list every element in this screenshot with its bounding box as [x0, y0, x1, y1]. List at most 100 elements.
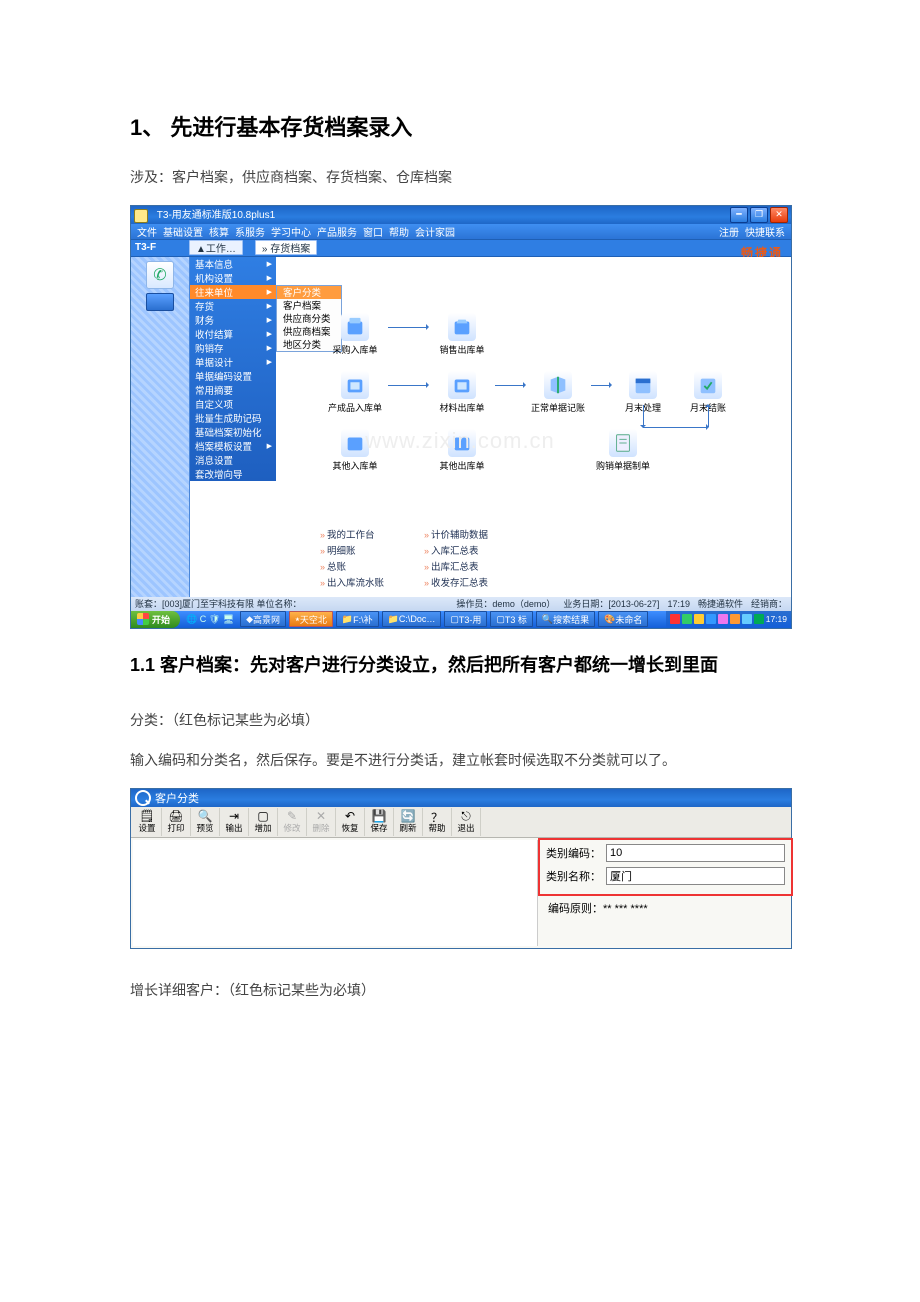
- taskbar-item[interactable]: 📁 C:\Doc…: [382, 611, 442, 627]
- encoding-rule: 编码原则：** *** ****: [548, 900, 783, 916]
- taskbar-item[interactable]: ◆ 高景网: [240, 611, 286, 627]
- taskbar-item[interactable]: 🔍 搜索结果: [536, 611, 595, 627]
- taskbar-item[interactable]: 🎨 未命名: [598, 611, 648, 627]
- status-op: 操作员：demo（demo）: [456, 597, 555, 610]
- flow-qitaru[interactable]: 其他入库单: [325, 429, 385, 472]
- menu-file[interactable]: 文件: [137, 224, 157, 239]
- menu-learn[interactable]: 学习中心: [271, 224, 311, 239]
- submenu-item[interactable]: 基本信息: [190, 257, 276, 271]
- app-title: T3-用友通标准版10.8plus1: [155, 210, 275, 221]
- windows-flag-icon: [137, 613, 149, 625]
- submenu-item[interactable]: 机构设置: [190, 271, 276, 285]
- dlg-toolbar: 🗒设置🖨打印🔍预览⇥输出▢增加✎修改✕删除↶恢复💾保存🔄刷新？帮助⎋退出: [131, 807, 791, 838]
- app-icon: [134, 209, 148, 223]
- toolbar-刷新[interactable]: 🔄刷新: [394, 808, 423, 836]
- flow-qitachu[interactable]: 其他出库单: [432, 429, 492, 472]
- arrow: [643, 405, 644, 427]
- quicklink[interactable]: 我的工作台: [320, 527, 384, 541]
- submenu-item[interactable]: 基础档案初始化: [190, 425, 276, 439]
- t3-statusbar: 账套：[003]厦门至宇科技有限 单位名称： 操作员：demo（demo） 业务…: [131, 597, 791, 611]
- tabbar-left: T3-F: [135, 240, 156, 256]
- code-input[interactable]: 10: [606, 844, 785, 862]
- menu-home[interactable]: 会计家园: [415, 224, 455, 239]
- phone-icon[interactable]: ✆: [146, 261, 174, 289]
- submenu-item[interactable]: 购销存: [190, 341, 276, 355]
- t3-menubar: 文件 基础设置 核算 系服务 学习中心 产品服务 窗口 帮助 会计家园 注册 快…: [131, 224, 791, 239]
- quicklink[interactable]: 入库汇总表: [424, 543, 488, 557]
- submenu-item[interactable]: 档案模板设置: [190, 439, 276, 453]
- submenu-item[interactable]: 财务: [190, 313, 276, 327]
- start-button[interactable]: 开始: [131, 611, 180, 628]
- quicklink[interactable]: 明细账: [320, 543, 384, 557]
- taskbar-item[interactable]: ▢ T3-用: [444, 611, 487, 627]
- toolbar-删除: ✕删除: [307, 808, 336, 836]
- system-tray[interactable]: 17:19: [666, 611, 791, 628]
- submenu-item[interactable]: 单据设计: [190, 355, 276, 369]
- side-icon[interactable]: [146, 293, 174, 311]
- toolbar-预览[interactable]: 🔍预览: [191, 808, 220, 836]
- submenu-item[interactable]: 常用摘要: [190, 383, 276, 397]
- search-icon: [135, 790, 151, 806]
- status-dealer: 经销商：: [751, 597, 787, 610]
- t3-app-window: T3-用友通标准版10.8plus1 ━ ❐ ✕ 文件 基础设置 核算 系服务 …: [130, 205, 792, 629]
- submenu-item[interactable]: 收付结算: [190, 327, 276, 341]
- taskbar-item[interactable]: 📁 F:\补: [336, 611, 379, 627]
- section-intro: 涉及：客户档案，供应商档案、存货档案、仓库档案: [130, 164, 790, 191]
- menu-register[interactable]: 注册: [719, 224, 739, 239]
- taskbar-item[interactable]: ⭑ 天空北: [289, 611, 333, 627]
- quicklink[interactable]: 出库汇总表: [424, 559, 488, 573]
- toolbar-打印[interactable]: 🖨打印: [162, 808, 191, 836]
- menu-hesuan[interactable]: 核算: [209, 224, 229, 239]
- submenu-item[interactable]: 消息设置: [190, 453, 276, 467]
- minimize-button[interactable]: ━: [730, 207, 748, 223]
- menu-base[interactable]: 基础设置: [163, 224, 203, 239]
- quicklink[interactable]: 收发存汇总表: [424, 575, 488, 589]
- toolbar-设置[interactable]: 🗒设置: [133, 808, 162, 836]
- menu-quick[interactable]: 快捷联系: [745, 224, 785, 239]
- toolbar-修改: ✎修改: [278, 808, 307, 836]
- category-tree[interactable]: [133, 840, 538, 946]
- maximize-button[interactable]: ❐: [750, 207, 768, 223]
- win-taskbar: 开始 🌐 C 🛡 🖥 ◆ 高景网 ⭑ 天空北 📁 F:\补 📁 C:\Doc… …: [131, 611, 791, 628]
- submenu-item[interactable]: 自定义项: [190, 397, 276, 411]
- flow-caigou[interactable]: 采购入库单: [325, 313, 385, 356]
- dlg-titlebar[interactable]: 客户分类: [131, 789, 791, 807]
- toolbar-输出[interactable]: ⇥输出: [220, 808, 249, 836]
- toolbar-退出[interactable]: ⎋退出: [452, 808, 481, 836]
- flow-zhidan[interactable]: 购销单据制单: [593, 429, 653, 472]
- t3-tabbar: T3-F ▲工作… » 存货档案 畅捷通 Chanjet: [131, 239, 791, 257]
- submenu-item[interactable]: 批量生成助记码: [190, 411, 276, 425]
- toolbar-帮助[interactable]: ？帮助: [423, 808, 452, 836]
- quicklink[interactable]: 总账: [320, 559, 384, 573]
- submenu-item[interactable]: 存货: [190, 299, 276, 313]
- t3-titlebar[interactable]: T3-用友通标准版10.8plus1 ━ ❐ ✕: [131, 206, 791, 224]
- basedata-submenu: 基本信息机构设置往来单位存货财务收付结算购销存单据设计单据编码设置常用摘要自定义…: [190, 257, 276, 481]
- name-label: 类别名称：: [546, 868, 606, 884]
- flow-chanchengpin[interactable]: 产成品入库单: [325, 371, 385, 414]
- menu-window[interactable]: 窗口: [363, 224, 383, 239]
- quicklink[interactable]: 计价辅助数据: [424, 527, 488, 541]
- tab-workbench[interactable]: ▲工作…: [189, 240, 243, 255]
- submenu-item[interactable]: 单据编码设置: [190, 369, 276, 383]
- flow-cailiao[interactable]: 材料出库单: [432, 371, 492, 414]
- para-shuru: 输入编码和分类名，然后保存。要是不进行分类话，建立帐套时候选取不分类就可以了。: [130, 747, 790, 774]
- submenu-item[interactable]: 套改增向导: [190, 467, 276, 481]
- submenu-item[interactable]: 往来单位: [190, 285, 276, 299]
- toolbar-增加[interactable]: ▢增加: [249, 808, 278, 836]
- tab-inventory[interactable]: » 存货档案: [255, 240, 317, 255]
- close-button[interactable]: ✕: [770, 207, 788, 223]
- arrow: [643, 427, 708, 428]
- flow-jizhang[interactable]: 正常单据记账: [528, 371, 588, 414]
- section-heading: 1、 先进行基本存货档案录入: [130, 110, 790, 142]
- toolbar-保存[interactable]: 💾保存: [365, 808, 394, 836]
- toolbar-恢复[interactable]: ↶恢复: [336, 808, 365, 836]
- flow-xiaoshou[interactable]: 销售出库单: [432, 313, 492, 356]
- customer-category-dialog: 客户分类 🗒设置🖨打印🔍预览⇥输出▢增加✎修改✕删除↶恢复💾保存🔄刷新？帮助⎋退…: [130, 788, 792, 949]
- quicklink[interactable]: 出入库流水账: [320, 575, 384, 589]
- code-label: 类别编码：: [546, 845, 606, 861]
- menu-prod[interactable]: 产品服务: [317, 224, 357, 239]
- name-input[interactable]: 厦门: [606, 867, 785, 885]
- menu-help[interactable]: 帮助: [389, 224, 409, 239]
- taskbar-item[interactable]: ▢ T3 标: [490, 611, 533, 627]
- menu-svc[interactable]: 系服务: [235, 224, 265, 239]
